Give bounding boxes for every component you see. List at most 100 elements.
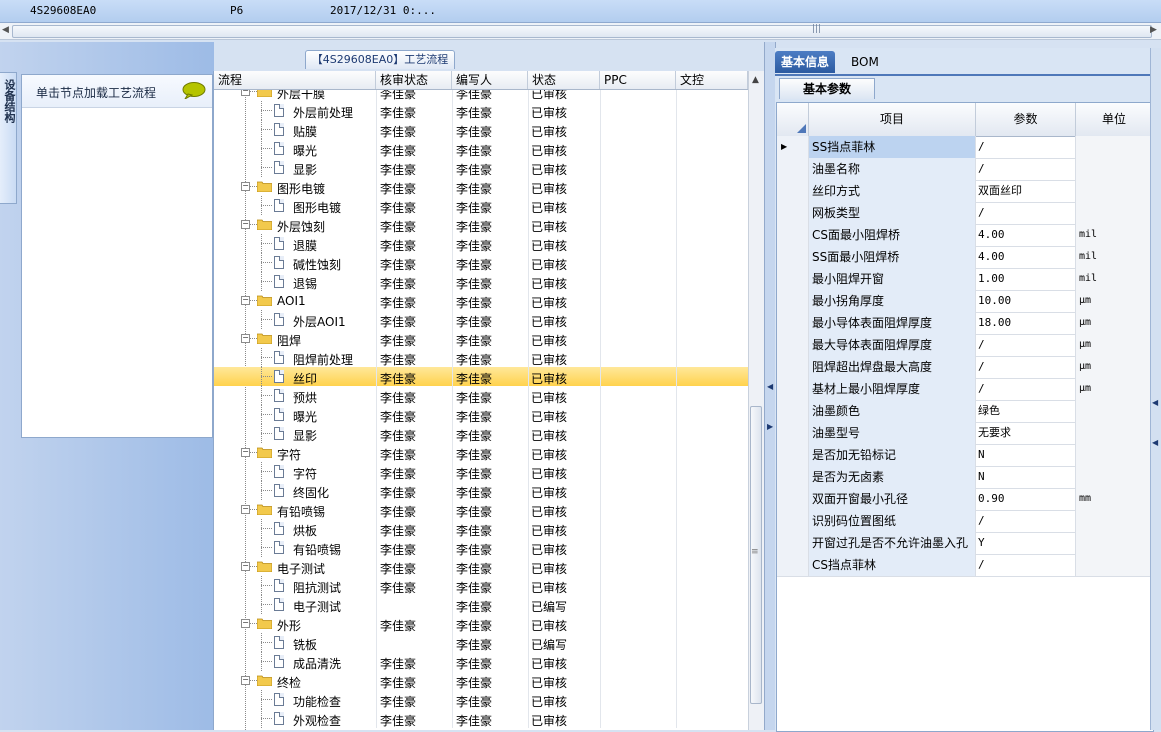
collapse-icon[interactable]: − (241, 676, 250, 685)
param-row[interactable]: 最小导体表面阻焊厚度 18.00 μm (777, 312, 1153, 335)
param-value[interactable]: N (976, 444, 1076, 466)
param-row[interactable]: 丝印方式 双面丝印 (777, 180, 1153, 203)
tab-bom[interactable]: BOM (845, 51, 885, 73)
tree-step-row[interactable]: 显影 李佳豪 李佳豪 已审核 (214, 424, 748, 443)
param-value[interactable]: 10.00 (976, 290, 1076, 312)
tree-group-row[interactable]: − 阻焊 李佳豪 李佳豪 已审核 (214, 329, 748, 348)
param-value[interactable]: / (976, 136, 1076, 158)
row-indicator[interactable] (777, 334, 809, 356)
tree-step-row[interactable]: 字符 李佳豪 李佳豪 已审核 (214, 462, 748, 481)
collapse-left-icon[interactable]: ◀ (767, 382, 773, 391)
param-value[interactable]: / (976, 378, 1076, 400)
tree-step-row[interactable]: 退膜 李佳豪 李佳豪 已审核 (214, 234, 748, 253)
param-row[interactable]: SS面最小阻焊桥 4.00 mil (777, 246, 1153, 269)
row-indicator[interactable] (777, 444, 809, 466)
param-value[interactable]: 18.00 (976, 312, 1076, 334)
param-value[interactable]: N (976, 466, 1076, 488)
column-ppc[interactable]: PPC (600, 71, 676, 89)
tree-group-row[interactable]: − 有铅喷锡 李佳豪 李佳豪 已审核 (214, 500, 748, 519)
column-item[interactable]: 项目 (809, 103, 976, 136)
row-indicator[interactable] (777, 224, 809, 246)
param-value[interactable]: 绿色 (976, 400, 1076, 422)
param-row[interactable]: 是否为无卤素 N (777, 466, 1153, 489)
params-grid[interactable]: 项目 参数 单位 ▶ SS挡点菲林 / 油墨名称 / 丝印方式 双面丝印 网板类型 / CS面最小… (776, 102, 1154, 732)
tree-step-row[interactable]: 铣板 李佳豪 已编写 (214, 633, 748, 652)
row-indicator[interactable] (777, 378, 809, 400)
collapse-icon[interactable]: − (241, 619, 250, 628)
param-value[interactable]: / (976, 334, 1076, 356)
param-value[interactable]: / (976, 356, 1076, 378)
tree-step-row[interactable]: 丝印 李佳豪 李佳豪 已审核 (214, 367, 748, 386)
collapse-right-icon[interactable]: ▶ (767, 422, 773, 431)
tree-step-row[interactable]: 退锡 李佳豪 李佳豪 已审核 (214, 272, 748, 291)
tree-step-row[interactable]: 碱性蚀刻 李佳豪 李佳豪 已审核 (214, 253, 748, 272)
param-value[interactable]: 双面丝印 (976, 180, 1076, 202)
tree-step-row[interactable]: 阻焊前处理 李佳豪 李佳豪 已审核 (214, 348, 748, 367)
param-row[interactable]: 最大导体表面阻焊厚度 / μm (777, 334, 1153, 357)
row-indicator[interactable] (777, 488, 809, 510)
column-doc-control[interactable]: 文控 (676, 71, 748, 89)
tree-step-row[interactable]: 贴膜 李佳豪 李佳豪 已审核 (214, 120, 748, 139)
collapse-icon[interactable]: − (241, 220, 250, 229)
subtab-basic-params[interactable]: 基本参数 (779, 78, 875, 99)
tree-step-row[interactable]: 显影 李佳豪 李佳豪 已审核 (214, 158, 748, 177)
collapse-icon[interactable]: − (241, 505, 250, 514)
param-row[interactable]: CS面最小阻焊桥 4.00 mil (777, 224, 1153, 247)
tree-group-row[interactable]: − AOI1 李佳豪 李佳豪 已审核 (214, 291, 748, 310)
param-value[interactable]: / (976, 554, 1076, 576)
param-row[interactable]: 是否加无铅标记 N (777, 444, 1153, 467)
param-value[interactable]: Y (976, 532, 1076, 554)
expand-icon[interactable]: ◀ (1152, 398, 1158, 407)
param-row[interactable]: 基材上最小阻焊厚度 / μm (777, 378, 1153, 401)
param-value[interactable]: 4.00 (976, 246, 1076, 268)
collapse-icon[interactable]: − (241, 562, 250, 571)
vertical-scrollbar[interactable]: ▲ ≡ (748, 71, 764, 730)
right-collapse-bar[interactable]: ◀ ◀ (1150, 48, 1161, 730)
row-indicator[interactable] (777, 422, 809, 444)
tree-group-row[interactable]: − 电子测试 李佳豪 李佳豪 已审核 (214, 557, 748, 576)
tree-step-row[interactable]: 预烘 李佳豪 李佳豪 已审核 (214, 386, 748, 405)
tree-step-row[interactable]: 有铅喷锡 李佳豪 李佳豪 已审核 (214, 538, 748, 557)
column-unit[interactable]: 单位 (1076, 103, 1153, 136)
row-indicator[interactable] (777, 180, 809, 202)
row-indicator[interactable] (777, 356, 809, 378)
row-indicator[interactable] (777, 158, 809, 180)
tree-step-row[interactable]: 烘板 李佳豪 李佳豪 已审核 (214, 519, 748, 538)
scroll-thumb[interactable] (12, 25, 1152, 38)
param-row[interactable]: 开窗过孔是否不允许油墨入孔 Y (777, 532, 1153, 555)
horizontal-scrollbar[interactable]: ◀ ||| ▶ (0, 23, 1161, 40)
column-flow[interactable]: 流程 (214, 71, 376, 89)
tree-step-row[interactable]: 图形电镀 李佳豪 李佳豪 已审核 (214, 196, 748, 215)
process-flow-title[interactable]: 【4S29608EA0】工艺流程 (305, 50, 455, 69)
column-value[interactable]: 参数 (976, 103, 1076, 136)
row-indicator[interactable] (777, 466, 809, 488)
row-indicator[interactable]: ▶ (777, 136, 809, 158)
tree-group-row[interactable]: − 外形 李佳豪 李佳豪 已审核 (214, 614, 748, 633)
scroll-up-icon[interactable]: ▲ (752, 75, 759, 85)
param-row[interactable]: 阻焊超出焊盘最大高度 / μm (777, 356, 1153, 379)
tree-step-row[interactable]: 成品清洗 李佳豪 李佳豪 已审核 (214, 652, 748, 671)
tree-step-row[interactable]: 电子测试 李佳豪 已编写 (214, 595, 748, 614)
row-indicator[interactable] (777, 202, 809, 224)
row-indicator[interactable] (777, 290, 809, 312)
collapse-icon[interactable]: − (241, 448, 250, 457)
scroll-right-icon[interactable]: ▶ (1150, 25, 1157, 35)
row-indicator[interactable] (777, 532, 809, 554)
param-row[interactable]: 双面开窗最小孔径 0.90 mm (777, 488, 1153, 511)
tree-step-row[interactable]: 功能检查 李佳豪 李佳豪 已审核 (214, 690, 748, 709)
column-author[interactable]: 编写人 (452, 71, 528, 89)
param-value[interactable]: / (976, 158, 1076, 180)
param-row[interactable]: ▶ SS挡点菲林 / (777, 136, 1153, 159)
scroll-left-icon[interactable]: ◀ (2, 25, 9, 35)
param-row[interactable]: CS挡点菲林 / (777, 554, 1153, 577)
column-check-status[interactable]: 核审状态 (376, 71, 452, 89)
device-structure-tab[interactable]: 设备结构 (0, 72, 17, 204)
param-value[interactable]: 0.90 (976, 488, 1076, 510)
tree-step-row[interactable]: 曝光 李佳豪 李佳豪 已审核 (214, 139, 748, 158)
param-row[interactable]: 识别码位置图纸 / (777, 510, 1153, 533)
tree-step-row[interactable]: 外层AOI1 李佳豪 李佳豪 已审核 (214, 310, 748, 329)
process-tree-grid[interactable]: − 外层干膜 李佳豪 李佳豪 已审核 外层前处理 李佳豪 李佳豪 已审核 贴膜 李佳豪 李佳豪 已审核曝… (213, 71, 764, 730)
row-indicator[interactable] (777, 400, 809, 422)
tree-step-row[interactable]: 外观检查 李佳豪 李佳豪 已审核 (214, 709, 748, 728)
expand-icon[interactable]: ◀ (1152, 438, 1158, 447)
